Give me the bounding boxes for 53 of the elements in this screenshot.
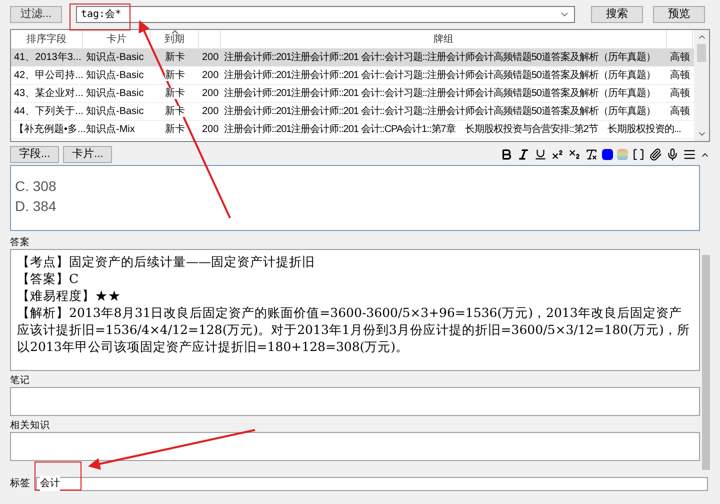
search-value: tag:会* [81, 8, 122, 22]
table-cell: 42、甲公司持... [14, 70, 84, 81]
table-row[interactable]: 42、甲公司持... 知识点-Basic 新卡 200 注册会计师::201注册会计师::201 会计::会计习题::注册会计师会计高频错题50道答案及解析（历年真题） 高顿 [11, 67, 694, 85]
tag-value: 会计 [40, 476, 60, 491]
table-cell: 注册会计师::201注册会计师::201 会计::CPA会计1::第7章 长期股权投资与合营安排::第2节 长期股权投资的... [224, 124, 681, 135]
table-cell: 新卡 [165, 106, 185, 117]
field-label: 答案 [10, 237, 31, 249]
cards-button[interactable]: 卡片... [63, 146, 112, 163]
answer-paragraph: 【答案】C [17, 270, 80, 287]
table-row[interactable]: 【补充例题•多...知识点-Mix 新卡 200 注册会计师::201注册会计师::201 会计::CPA会计1::第7章 长期股权投资与合营安排::第2节 长期股权投资的... [11, 121, 694, 139]
table-cell: 高顿 [670, 88, 690, 99]
answer-paragraph: 【考点】固定资产的后续计量——固定资产计提折旧 [17, 253, 316, 270]
table-row[interactable]: 44、下列关于... 知识点-Basic 新卡 200 注册会计师::201注册会计师::201 会计::会计习题::注册会计师会计高频错题50道答案及解析（历年真题） 高顿 [11, 103, 694, 121]
field-label: 标签 [10, 476, 30, 491]
column-header[interactable]: 排序字段 [11, 30, 83, 48]
table-cell: 200 [202, 88, 219, 99]
field-label: 相关知识 [10, 420, 51, 432]
column-header[interactable]: 牌组 [221, 30, 667, 48]
table-row[interactable]: 43、某企业对... 知识点-Basic 新卡 200 注册会计师::201注册会计师::201 会计::会计习题::注册会计师会计高频错题50道答案及解析（历年真题） 高顿 [11, 85, 694, 103]
field-label: 笔记 [10, 375, 31, 387]
table-cell: 200 [202, 70, 219, 81]
table-cell: 高顿 [670, 106, 690, 117]
search-field[interactable]: tag:会* [76, 6, 575, 23]
table-row[interactable]: 41、2013年3... 知识点-Basic 新卡 200 注册会计师::201注册会计师::201 会计::会计习题::注册会计师会计高频错题50道答案及解析（历年真题） 高顿 [11, 49, 694, 67]
filter-button[interactable]: 过滤... [10, 6, 62, 23]
preview-button[interactable]: 预览 [653, 6, 705, 23]
question-line: C. 308 [15, 177, 58, 196]
table-cell: 知识点-Basic [86, 70, 144, 81]
table-cell: 44、下列关于... [14, 106, 84, 117]
column-header[interactable]: 卡片 [83, 30, 151, 48]
search-button[interactable]: 搜索 [591, 6, 643, 23]
fields-button[interactable]: 字段... [10, 146, 60, 163]
table-cell: 新卡 [165, 124, 185, 135]
table-cell: 41、2013年3... [14, 52, 82, 63]
table-cell: 知识点-Basic [86, 88, 144, 99]
table-cell: 新卡 [165, 70, 185, 81]
table-cell: 新卡 [165, 52, 185, 63]
answer-paragraph: 【解析】2013年8月31日改良后固定资产的账面价值=3600-3600/5×3+96=1536(万元)，2013年改良后固定资产应该计提折旧=1536/4×4/12=128(万元)。对于2013年1月份到3月份应计提的折旧=3600/5×3/12=180(万元)，所以2013年甲公司该项固定资产应计提折旧=180+128=308(万元)。 [17, 304, 691, 355]
question-line: D. 384 [15, 197, 58, 216]
column-header[interactable]: 到期 [151, 30, 199, 48]
table-cell: 200 [202, 124, 219, 135]
table-cell: 高顿 [670, 52, 690, 63]
table-cell: 新卡 [165, 88, 185, 99]
tags-field[interactable]: 会计 [36, 476, 708, 490]
question-field[interactable]: C. 308 D. 384 [10, 165, 700, 231]
table-cell: 200 [202, 106, 219, 117]
answer-paragraph: 【难易程度】★★ [17, 287, 122, 304]
table-cell: 200 [202, 52, 219, 63]
table-cell: 知识点-Basic [86, 106, 144, 117]
table-cell: 高顿 [670, 70, 690, 81]
table-cell: 知识点-Basic [86, 52, 144, 63]
table-cell: 知识点-Mix [86, 124, 135, 135]
table-cell: 43、某企业对... [14, 88, 84, 99]
